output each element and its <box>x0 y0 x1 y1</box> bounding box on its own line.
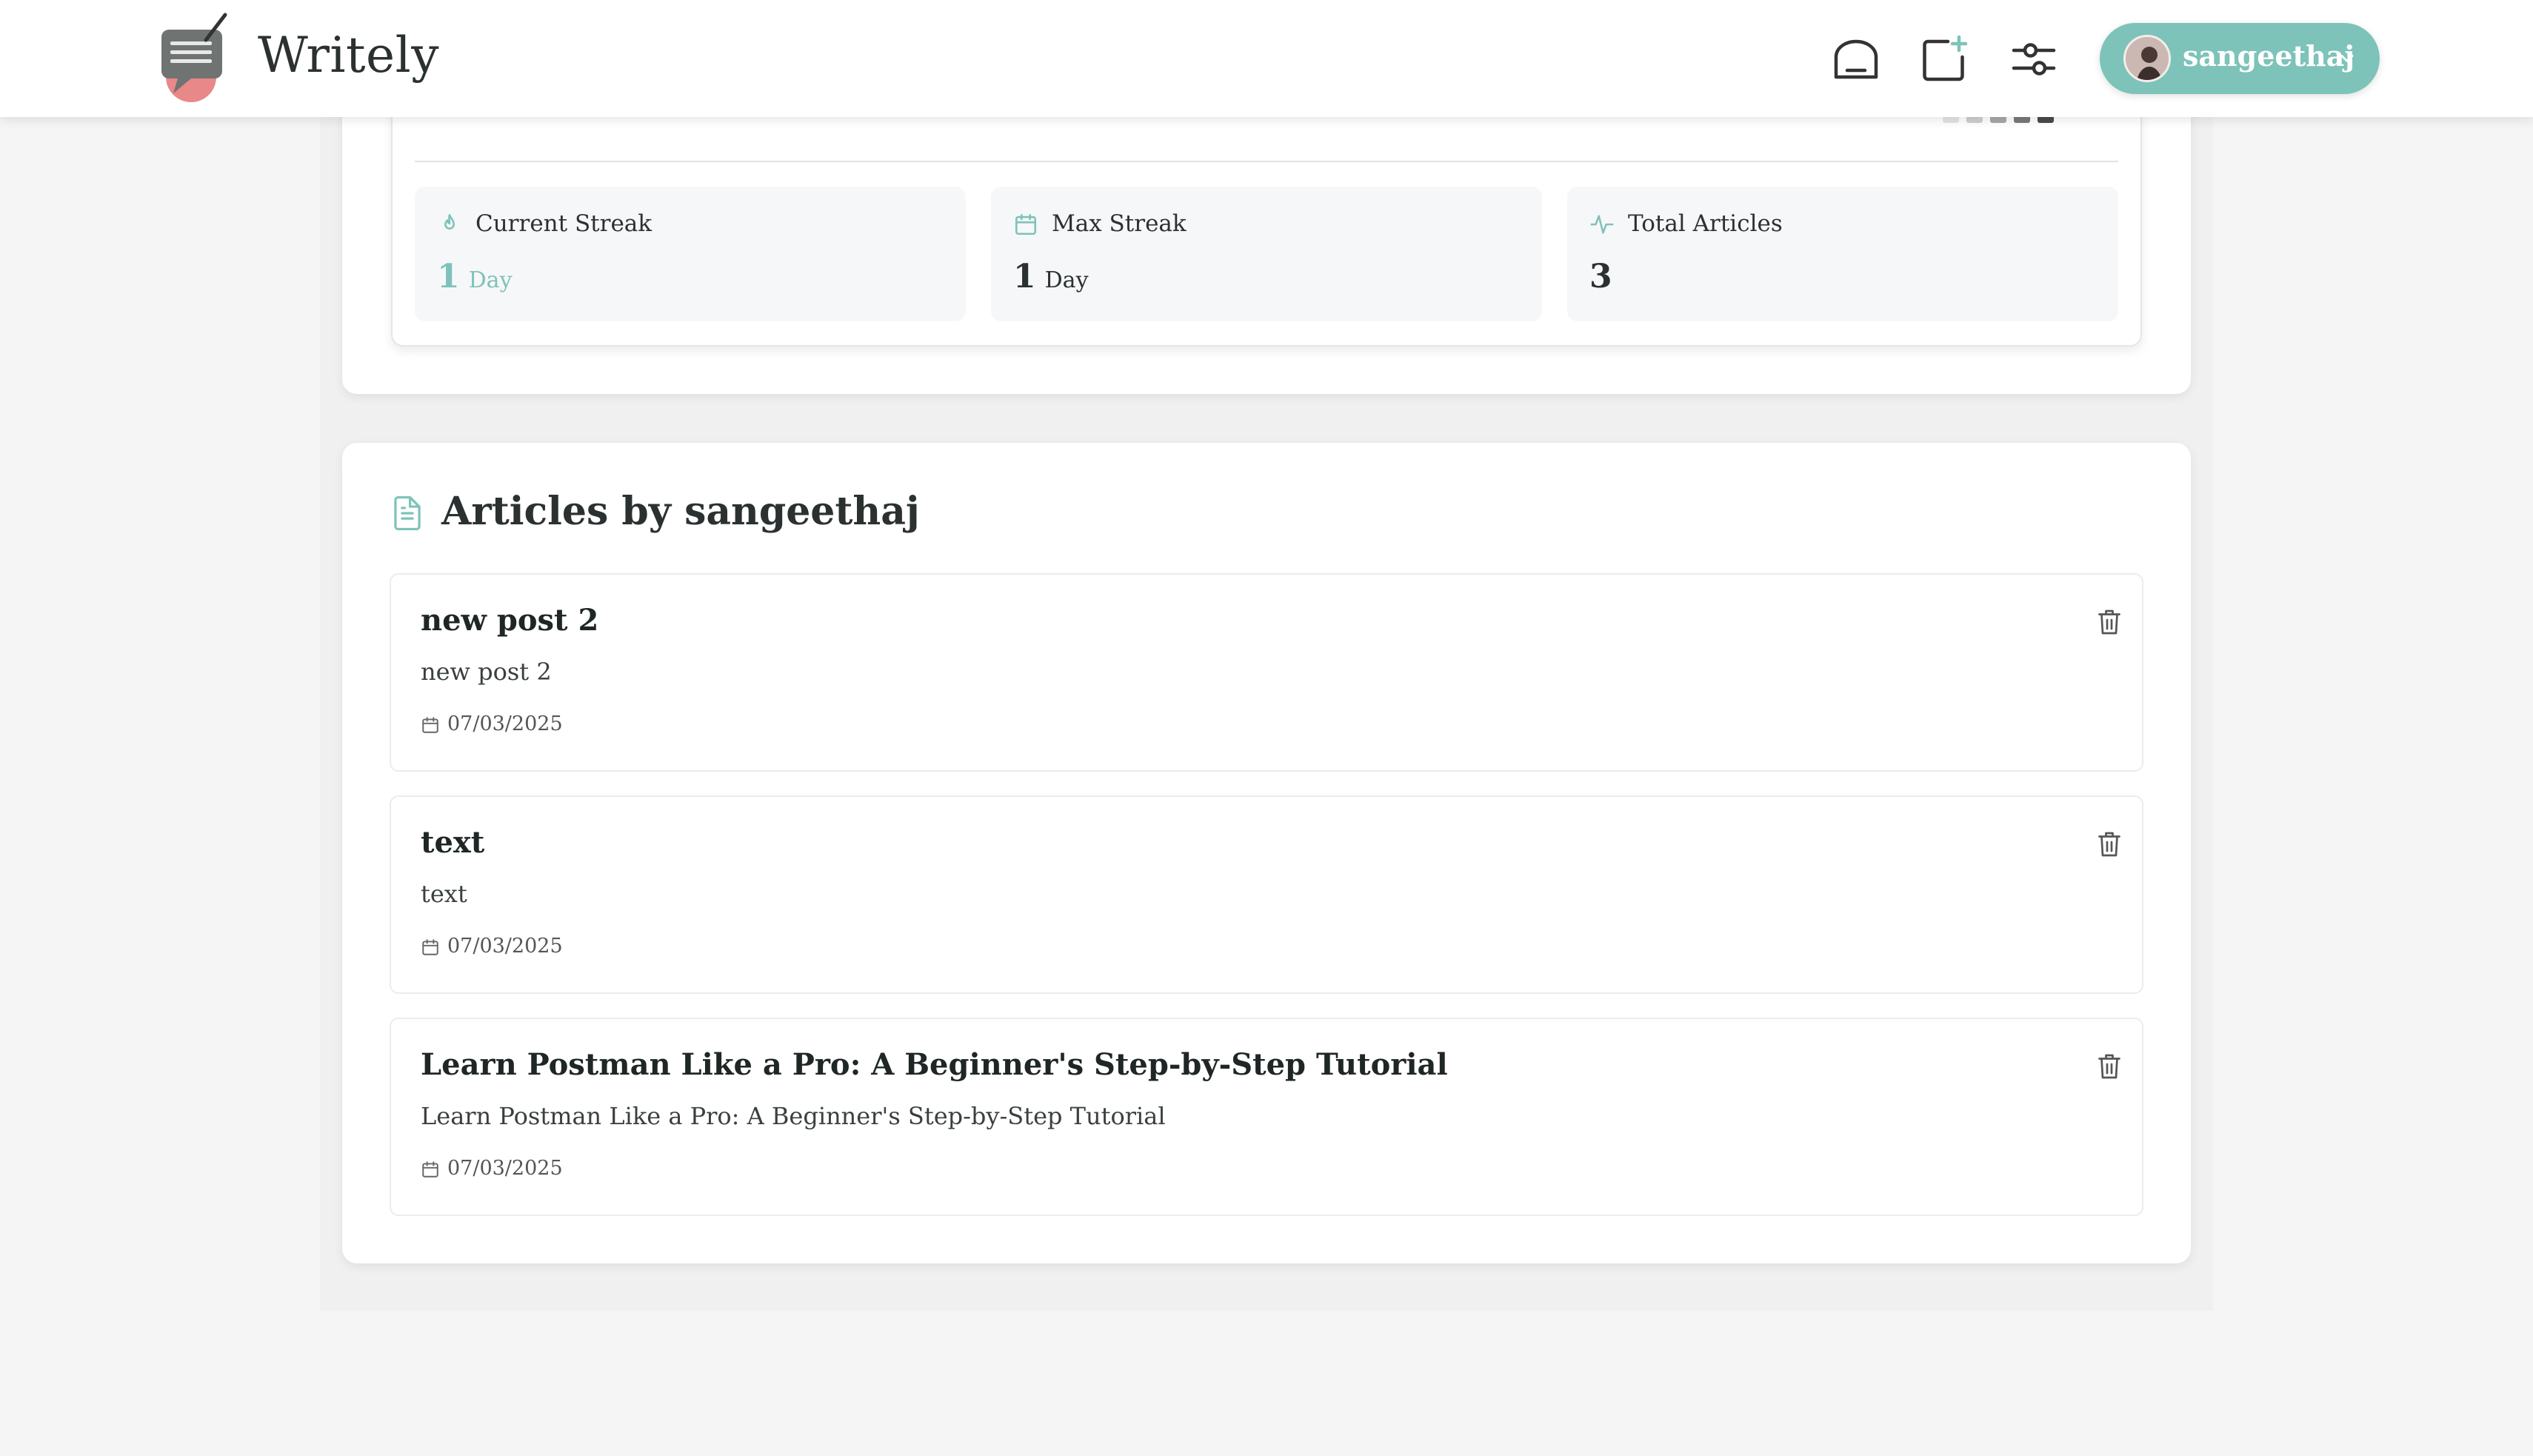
stat-unit: Day <box>1044 267 1089 293</box>
stat-unit: Day <box>468 267 513 293</box>
total-articles-card: Total Articles 3 <box>1567 187 2118 321</box>
stat-value: 1 Day <box>1013 258 1089 295</box>
chevron-down-icon <box>2340 55 2354 62</box>
activity-icon <box>1590 215 1614 234</box>
stat-number: 3 <box>1589 258 1612 295</box>
stat-value: 3 <box>1589 258 1612 295</box>
brand-name[interactable]: Writely <box>258 27 439 84</box>
article-title[interactable]: text <box>421 825 484 860</box>
article-item[interactable]: Learn Postman Like a Pro: A Beginner's S… <box>390 1018 2143 1216</box>
article-date-text: 07/03/2025 <box>447 712 563 735</box>
document-icon <box>394 495 421 531</box>
calendar-icon <box>1015 213 1037 236</box>
user-menu-button[interactable]: sangeethaj <box>2100 23 2380 94</box>
stat-value: 1 Day <box>437 258 513 295</box>
calendar-icon <box>422 1161 438 1178</box>
flame-icon <box>444 213 455 230</box>
user-name: sangeethaj <box>2183 39 2355 73</box>
calendar-icon <box>422 939 438 955</box>
article-title[interactable]: new post 2 <box>421 603 598 638</box>
stats-divider <box>415 161 2118 162</box>
article-item[interactable]: text text 07/03/2025 <box>390 795 2143 994</box>
article-description: text <box>421 880 467 908</box>
stat-label: Current Streak <box>475 210 653 237</box>
trash-icon[interactable] <box>2096 1052 2123 1081</box>
avatar <box>2123 35 2171 82</box>
trash-icon[interactable] <box>2096 829 2123 859</box>
article-title[interactable]: Learn Postman Like a Pro: A Beginner's S… <box>421 1047 1448 1082</box>
stat-label: Total Articles <box>1628 210 1783 237</box>
sliders-icon[interactable] <box>2007 33 2060 86</box>
current-streak-card: Current Streak 1 Day <box>415 187 966 321</box>
writely-logo-icon[interactable] <box>148 9 252 105</box>
article-date-text: 07/03/2025 <box>447 1157 563 1180</box>
calendar-icon <box>422 717 438 733</box>
new-post-icon[interactable] <box>1917 33 1970 86</box>
stat-number: 1 <box>1013 258 1036 295</box>
top-navbar: Writely sangeethaj <box>0 0 2533 117</box>
article-item[interactable]: new post 2 new post 2 07/03/2025 <box>390 573 2143 772</box>
max-streak-card: Max Streak 1 Day <box>991 187 1542 321</box>
article-description: Learn Postman Like a Pro: A Beginner's S… <box>421 1102 1166 1130</box>
trash-icon[interactable] <box>2096 607 2123 637</box>
home-icon[interactable] <box>1829 33 1883 86</box>
article-date-text: 07/03/2025 <box>447 935 563 958</box>
stat-label: Max Streak <box>1052 210 1187 237</box>
article-description: new post 2 <box>421 658 552 686</box>
stat-number: 1 <box>437 258 460 295</box>
articles-section-title: Articles by sangeethaj <box>441 489 920 534</box>
